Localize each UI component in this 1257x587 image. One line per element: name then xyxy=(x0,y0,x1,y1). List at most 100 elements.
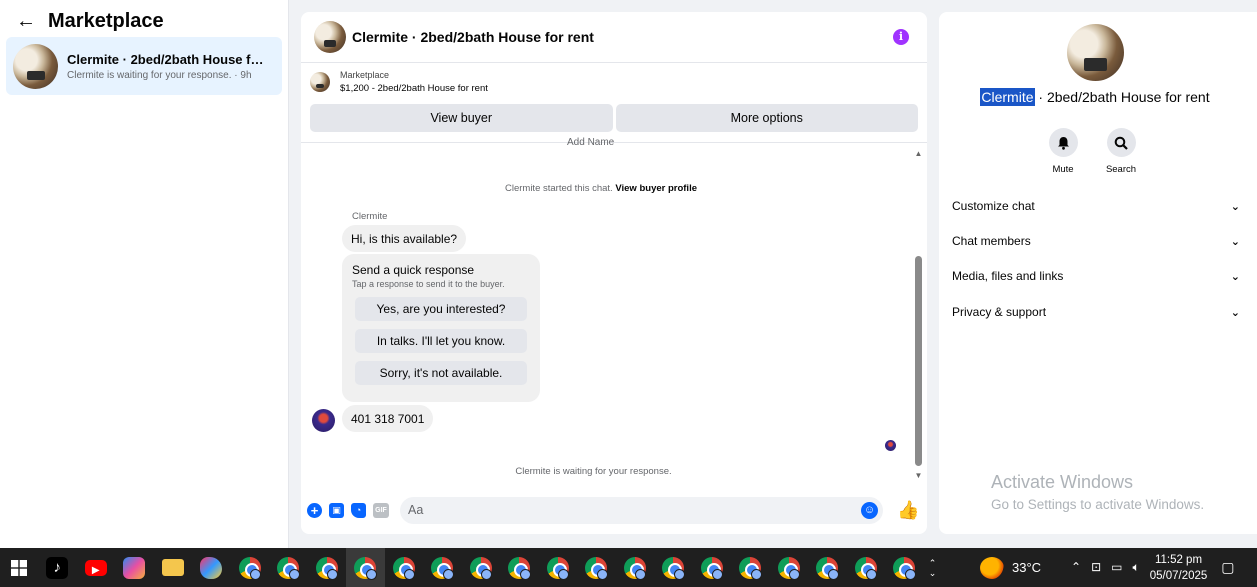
windows-start-icon[interactable] xyxy=(0,559,38,576)
info-icon[interactable]: i xyxy=(893,29,909,45)
taskbar-file-explorer[interactable] xyxy=(154,548,193,587)
more-options-button[interactable]: More options xyxy=(615,104,918,132)
plus-icon[interactable]: + xyxy=(307,502,322,518)
scroll-up-arrow-icon[interactable]: ▲ xyxy=(914,150,923,158)
scroll-down-arrow-icon[interactable]: ▼ xyxy=(914,472,923,480)
chat-header-title[interactable]: Clermite · 2bed/2bath House for rent xyxy=(352,29,594,45)
taskbar-overflow-arrows[interactable]: ⌃ ⌄ xyxy=(926,558,940,578)
bell-icon[interactable] xyxy=(1048,128,1078,157)
partial-top-text: Add Name xyxy=(567,137,615,148)
taskbar-chrome-window[interactable] xyxy=(693,548,732,587)
chat-header: Clermite · 2bed/2bath House for rent i xyxy=(301,12,927,63)
back-arrow-icon[interactable]: ← xyxy=(16,11,36,31)
info-title-highlight: Clermite xyxy=(980,88,1035,106)
listing-avatar xyxy=(13,43,58,89)
youtube-icon: ▶ xyxy=(84,559,107,576)
search-icon[interactable] xyxy=(1106,128,1136,157)
scroll-thumb[interactable] xyxy=(915,256,922,466)
view-buyer-button[interactable]: View buyer xyxy=(310,104,613,132)
network-icon[interactable]: ▭ xyxy=(1111,560,1122,575)
info-avatar[interactable] xyxy=(1067,24,1124,81)
chat-started-notice: Clermite started this chat. View buyer p… xyxy=(301,183,901,194)
message-scrollbar[interactable]: ▲ ▼ xyxy=(914,150,923,480)
profile-badge-icon xyxy=(288,569,300,580)
tray-icons: ⌃ ⊡ ▭ 🔈︎ xyxy=(1071,560,1140,575)
user-avatar[interactable] xyxy=(312,409,335,432)
taskbar-youtube[interactable]: ▶ xyxy=(77,548,116,587)
emoji-icon[interactable]: ☺ xyxy=(861,501,878,519)
chat-members-section[interactable]: Chat members ⌄ xyxy=(952,234,1240,248)
folder-icon xyxy=(161,559,184,576)
profile-badge-icon xyxy=(519,569,531,580)
taskbar-chrome-window[interactable] xyxy=(577,548,616,587)
taskbar-copilot[interactable] xyxy=(115,548,154,587)
copilot-icon xyxy=(123,556,146,579)
gif-icon[interactable]: GIF xyxy=(373,502,389,518)
chat-members-label: Chat members xyxy=(952,234,1031,248)
taskbar-chrome-window[interactable] xyxy=(539,548,578,587)
taskbar-chrome-window[interactable] xyxy=(731,548,770,587)
show-hidden-icons-chevron-icon[interactable]: ⌃ xyxy=(1071,560,1081,575)
conversation-text: Clermite · 2bed/2bath House for r... Cle… xyxy=(67,52,267,81)
taskbar-chrome-window[interactable] xyxy=(385,548,424,587)
conversation-title: Clermite · 2bed/2bath House for r... xyxy=(67,51,267,67)
taskbar-chrome-window[interactable] xyxy=(462,548,501,587)
paint-icon xyxy=(200,556,223,579)
sender-name: Clermite xyxy=(352,211,388,222)
message-bubble-availability[interactable]: Hi, is this available? xyxy=(342,225,467,252)
taskbar-chrome-window[interactable] xyxy=(654,548,693,587)
mute-action[interactable]: Mute xyxy=(1047,128,1079,175)
message-bubble-phone[interactable]: 401 318 7001 xyxy=(342,405,434,432)
taskbar-paint[interactable] xyxy=(192,548,231,587)
quick-response-sorry-button[interactable]: Sorry, it's not available. xyxy=(355,361,527,385)
chat-header-avatar[interactable] xyxy=(314,21,346,53)
notification-icon[interactable]: ▢ xyxy=(1221,559,1234,576)
taskbar-chrome-window[interactable] xyxy=(423,548,462,587)
tiktok-icon: ♪ xyxy=(46,556,69,579)
privacy-support-label: Privacy & support xyxy=(952,305,1047,319)
search-action[interactable]: Search xyxy=(1105,128,1137,175)
marketplace-title: Marketplace xyxy=(48,9,164,32)
sticker-icon[interactable]: ◔ xyxy=(351,502,366,518)
listing-price: $1,200 - 2bed/2bath House for rent xyxy=(340,82,488,94)
taskbar-chrome-window[interactable] xyxy=(616,548,655,587)
quick-response-title: Send a quick response xyxy=(352,263,475,277)
clock[interactable]: 11:52 pm 05/07/2025 xyxy=(1150,552,1208,584)
conversation-item[interactable]: Clermite · 2bed/2bath House for r... Cle… xyxy=(6,37,282,95)
profile-badge-icon xyxy=(866,569,877,580)
weather-sun-icon[interactable] xyxy=(980,556,1004,579)
taskbar-chrome-window[interactable] xyxy=(885,548,924,587)
message-input[interactable]: Aa ☺ xyxy=(400,496,883,524)
thumbs-up-icon[interactable]: 👍 xyxy=(897,500,919,521)
taskbar-chrome-window[interactable] xyxy=(500,548,539,587)
taskbar-chrome-window[interactable] xyxy=(770,548,809,587)
taskbar-chrome-window[interactable] xyxy=(308,548,347,587)
profile-badge-icon xyxy=(442,569,454,580)
chevron-down-icon: ⌄ xyxy=(1230,306,1240,319)
profile-badge-icon xyxy=(481,569,492,580)
profile-badge-icon xyxy=(558,569,569,580)
privacy-support-section[interactable]: Privacy & support ⌄ xyxy=(952,305,1240,319)
volume-icon[interactable]: 🔈︎ xyxy=(1133,560,1140,575)
taskbar-chrome-window[interactable] xyxy=(808,548,847,587)
taskbar-tiktok[interactable]: ♪ xyxy=(38,548,77,587)
media-files-links-section[interactable]: Media, files and links ⌄ xyxy=(952,269,1240,283)
image-icon[interactable]: ▣ xyxy=(329,502,344,518)
taskbar-chrome-window[interactable] xyxy=(346,548,385,587)
meet-now-icon[interactable]: ⊡ xyxy=(1091,560,1101,575)
profile-badge-icon xyxy=(827,569,839,580)
waiting-notice: Clermite is waiting for your response. xyxy=(515,466,672,477)
customize-chat-section[interactable]: Customize chat ⌄ xyxy=(952,199,1240,213)
view-buyer-profile-link[interactable]: View buyer profile xyxy=(615,183,697,194)
chevron-down-icon: ⌄ xyxy=(1230,200,1240,213)
quick-response-yes-button[interactable]: Yes, are you interested? xyxy=(355,297,527,321)
taskbar-chrome-window[interactable] xyxy=(847,548,886,587)
listing-text: Marketplace $1,200 - 2bed/2bath House fo… xyxy=(340,70,488,94)
temperature[interactable]: 33°C xyxy=(1012,560,1041,575)
taskbar-chrome-window[interactable] xyxy=(231,548,270,587)
customize-chat-label: Customize chat xyxy=(952,199,1035,213)
quick-response-subtitle: Tap a response to send it to the buyer. xyxy=(352,279,505,289)
listing-summary[interactable]: Marketplace $1,200 - 2bed/2bath House fo… xyxy=(301,63,927,100)
taskbar-chrome-window[interactable] xyxy=(269,548,308,587)
quick-response-talks-button[interactable]: In talks. I'll let you know. xyxy=(355,329,527,353)
